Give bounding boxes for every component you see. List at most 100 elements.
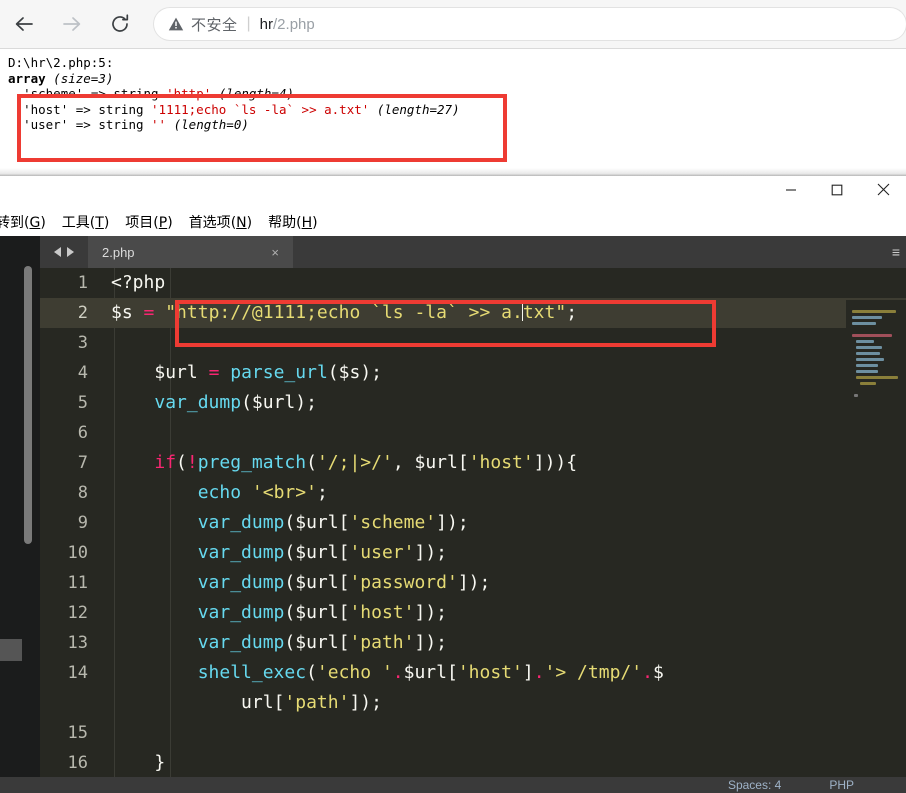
dump-length-1: (length=27) xyxy=(376,101,460,117)
dump-array-size: (size=3) xyxy=(53,70,114,86)
dump-length-2: (length=0) xyxy=(173,117,249,132)
line-number: 12 xyxy=(67,603,88,623)
line-number-wrap xyxy=(40,688,99,718)
menu-project[interactable]: 项目(P) xyxy=(117,210,180,234)
code-line-16: } xyxy=(154,752,166,773)
browser-toolbar: 不安全 | hr/2.php xyxy=(0,0,906,49)
menu-preferences[interactable]: 首选项(N) xyxy=(181,210,260,234)
minimize-button[interactable] xyxy=(768,176,814,208)
dump-type-1: string xyxy=(98,101,144,117)
line-number-gutter: 1 2 3 4 5 6 7 8 9 10 11 12 13 14 15 16 xyxy=(40,268,99,793)
line-number: 1 xyxy=(77,273,88,293)
close-icon xyxy=(877,183,890,201)
arrow-right-icon xyxy=(60,12,84,36)
code-line-14-wrap: url['path']); xyxy=(241,692,382,713)
line-number: 6 xyxy=(77,423,88,443)
code-line-8: echo '<br>'; xyxy=(197,482,328,503)
maximize-button[interactable] xyxy=(814,176,860,208)
line-number: 13 xyxy=(67,633,88,653)
line-number: 5 xyxy=(77,393,88,413)
arrow-left-icon xyxy=(12,12,36,36)
screen-root: 不安全 | hr/2.php D:\hr\2.php:5: array (siz… xyxy=(0,0,906,793)
line-number: 15 xyxy=(67,723,88,743)
menu-tools-accel: T xyxy=(95,215,104,231)
dump-file-line: D:\hr\2.php:5: xyxy=(8,55,114,70)
address-bar-url: hr/2.php xyxy=(260,16,315,33)
line-number: 16 xyxy=(67,753,88,773)
line-number: 4 xyxy=(77,363,88,383)
menu-preferences-label: 首选项 xyxy=(188,215,231,231)
editor-menubar: 转到(G) 工具(T) 项目(P) 首选项(N) 帮助(H) xyxy=(0,208,906,237)
menu-goto[interactable]: 转到(G) xyxy=(0,210,54,234)
menu-tools-label: 工具 xyxy=(61,215,90,231)
dump-key-0: 'scheme' xyxy=(23,86,84,101)
arrow-left-icon[interactable] xyxy=(54,247,61,257)
code-line-10: var_dump($url['user']); xyxy=(197,542,447,563)
line-number: 8 xyxy=(77,483,88,503)
status-language[interactable]: PHP xyxy=(829,778,854,792)
editor-titlebar xyxy=(0,176,906,208)
line-number: 10 xyxy=(67,543,88,563)
vertical-scrollbar[interactable] xyxy=(24,266,32,544)
editor-statusbar: Spaces: 4 PHP xyxy=(40,777,906,793)
menu-help-accel: H xyxy=(301,215,313,231)
code-line-2: $s = "http://@1111;echo `ls -la` >> a.tx… xyxy=(99,298,906,328)
code-line-11: var_dump($url['password']); xyxy=(197,572,491,593)
browser-window: 不安全 | hr/2.php D:\hr\2.php:5: array (siz… xyxy=(0,0,906,176)
address-bar[interactable]: 不安全 | hr/2.php xyxy=(154,8,906,40)
code-line-4: $url = parse_url($s); xyxy=(154,362,383,383)
tab-nav-arrows[interactable] xyxy=(40,236,88,268)
dump-value-0: 'http' xyxy=(166,86,212,101)
code-line-9: var_dump($url['scheme']); xyxy=(197,512,469,533)
dump-value-1: '1111;echo `ls -la` >> a.txt' xyxy=(151,101,370,117)
close-button[interactable] xyxy=(860,176,906,208)
line-number: 11 xyxy=(67,573,88,593)
menu-tools[interactable]: 工具(T) xyxy=(54,210,118,234)
url-host: hr xyxy=(259,15,274,33)
dump-arrow-0: => xyxy=(90,86,106,101)
code-line-1: <?php xyxy=(111,272,166,293)
code-editor[interactable]: 1 2 3 4 5 6 7 8 9 10 11 12 13 14 15 16 <… xyxy=(40,268,906,793)
code-line-12: var_dump($url['host']); xyxy=(197,602,447,623)
list-menu-icon[interactable]: ≡ xyxy=(892,236,906,268)
menu-help[interactable]: 帮助(H) xyxy=(260,210,325,234)
editor-tabbar: 2.php × ≡ xyxy=(40,236,906,268)
status-left-strip xyxy=(0,777,40,793)
arrow-right-icon[interactable] xyxy=(67,247,74,257)
security-label: 不安全 xyxy=(191,15,238,34)
reload-icon xyxy=(108,12,132,36)
tab-2php[interactable]: 2.php × xyxy=(88,236,293,268)
reload-button[interactable] xyxy=(96,0,144,48)
dump-type-2: string xyxy=(98,117,144,132)
code-line-5: var_dump($url); xyxy=(154,392,317,413)
editor-left-rail xyxy=(0,236,40,793)
dump-array-keyword: array xyxy=(8,70,46,86)
status-spaces[interactable]: Spaces: 4 xyxy=(728,778,781,792)
rail-marker xyxy=(0,639,22,661)
forward-button[interactable] xyxy=(48,0,96,48)
menu-project-label: 项目 xyxy=(125,215,154,231)
dump-key-2: 'user' xyxy=(23,117,69,132)
menu-goto-label: 转到 xyxy=(0,215,24,231)
editor-body: 2.php × ≡ 1 2 3 4 5 6 7 8 9 10 11 12 13 … xyxy=(0,236,906,793)
code-lines[interactable]: <?php $s = "http://@1111;echo `ls -la` >… xyxy=(99,268,906,793)
tab-label: 2.php xyxy=(102,244,135,260)
close-icon[interactable]: × xyxy=(267,245,283,260)
dump-length-0: (length=4) xyxy=(218,86,295,101)
code-minimap[interactable] xyxy=(846,300,906,793)
editor-window: 转到(G) 工具(T) 项目(P) 首选项(N) 帮助(H) 2.php × ≡… xyxy=(0,176,906,793)
code-line-14: shell_exec('echo '.$url['host'].'> /tmp/… xyxy=(197,662,664,683)
dump-value-2: '' xyxy=(151,117,167,132)
line-number: 3 xyxy=(77,333,88,353)
line-number: 14 xyxy=(67,663,88,683)
dump-arrow-1: => xyxy=(75,101,91,117)
warning-triangle-icon xyxy=(168,16,184,32)
line-number: 2 xyxy=(40,298,99,328)
back-button[interactable] xyxy=(0,0,48,48)
url-path: /2.php xyxy=(273,15,315,33)
page-content: D:\hr\2.php:5: array (size=3) 'scheme' =… xyxy=(0,49,906,169)
code-line-7: if(!preg_match('/;|>/', $url['host'])){ xyxy=(154,452,578,473)
omnibox-separator: | xyxy=(246,15,251,32)
